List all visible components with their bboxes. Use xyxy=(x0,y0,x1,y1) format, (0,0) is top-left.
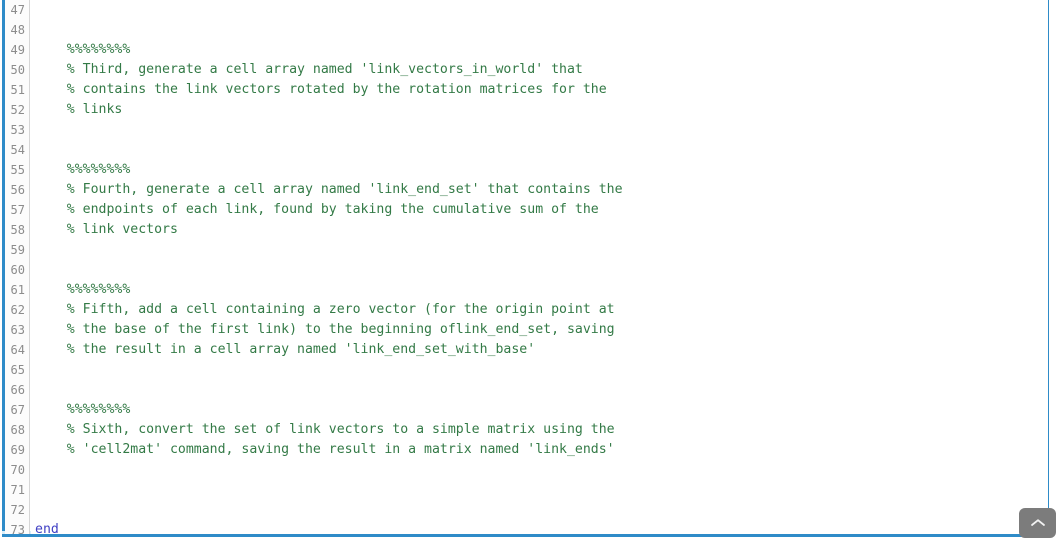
token-comment: % the base of the first link) to the beg… xyxy=(35,322,615,337)
code-line[interactable]: %%%%%%%% xyxy=(31,400,1048,420)
code-line[interactable]: % contains the link vectors rotated by t… xyxy=(31,80,1048,100)
line-number: 72 xyxy=(10,503,25,517)
code-editor: 47 48 49 50 51 52 53 54 55 56 57 58 59 60 61 62 63 64 65 66… xyxy=(0,0,1064,543)
line-number: 54 xyxy=(10,143,25,157)
token-comment: %%%%%%%% xyxy=(35,282,131,297)
line-number: 68 xyxy=(10,423,25,437)
line-number: 63 xyxy=(10,323,25,337)
line-number: 51 xyxy=(10,83,25,97)
line-number-gutter: 47 48 49 50 51 52 53 54 55 56 57 58 59 60 61 62 63 64 65 66… xyxy=(5,0,30,537)
token-comment: % Fifth, add a cell containing a zero ve… xyxy=(35,302,615,317)
line-number: 56 xyxy=(10,183,25,197)
scroll-to-top-button[interactable] xyxy=(1019,508,1056,538)
code-line[interactable]: % 'cell2mat' command, saving the result … xyxy=(31,440,1048,460)
code-line[interactable] xyxy=(31,380,1048,400)
line-number: 62 xyxy=(10,303,25,317)
token-comment: % the result in a cell array named 'link… xyxy=(35,342,536,357)
line-number: 71 xyxy=(10,483,25,497)
code-line[interactable]: % Fourth, generate a cell array named 'l… xyxy=(31,180,1048,200)
line-number: 70 xyxy=(10,463,25,477)
line-number: 73 xyxy=(10,523,25,537)
code-line[interactable] xyxy=(31,360,1048,380)
token-comment: % Fourth, generate a cell array named 'l… xyxy=(35,182,623,197)
code-text-area[interactable]: %%%%%%%% % Third, generate a cell array … xyxy=(31,0,1048,534)
code-line[interactable]: end xyxy=(31,520,1048,534)
line-number: 64 xyxy=(10,343,25,357)
code-line[interactable] xyxy=(31,20,1048,40)
token-comment: % contains the link vectors rotated by t… xyxy=(35,82,607,97)
line-number: 47 xyxy=(10,3,25,17)
code-line[interactable]: % Sixth, convert the set of link vectors… xyxy=(31,420,1048,440)
line-number: 57 xyxy=(10,203,25,217)
token-comment: % Third, generate a cell array named 'li… xyxy=(35,62,583,77)
line-number: 69 xyxy=(10,443,25,457)
line-number: 48 xyxy=(10,23,25,37)
code-line[interactable] xyxy=(31,460,1048,480)
code-line[interactable] xyxy=(31,260,1048,280)
line-number: 67 xyxy=(10,403,25,417)
token-comment: %%%%%%%% xyxy=(35,402,131,417)
line-number: 58 xyxy=(10,223,25,237)
code-line[interactable]: % the base of the first link) to the beg… xyxy=(31,320,1048,340)
token-comment: % Sixth, convert the set of link vectors… xyxy=(35,422,615,437)
code-line[interactable]: % links xyxy=(31,100,1048,120)
code-line[interactable]: %%%%%%%% xyxy=(31,160,1048,180)
line-number: 55 xyxy=(10,163,25,177)
token-comment: %%%%%%%% xyxy=(35,42,131,57)
token-keyword: end xyxy=(35,522,59,534)
code-line[interactable]: % Third, generate a cell array named 'li… xyxy=(31,60,1048,80)
code-line[interactable]: % the result in a cell array named 'link… xyxy=(31,340,1048,360)
token-comment: % links xyxy=(35,102,123,117)
code-line[interactable]: %%%%%%%% xyxy=(31,280,1048,300)
line-number: 50 xyxy=(10,63,25,77)
token-comment: % endpoints of each link, found by takin… xyxy=(35,202,599,217)
code-line[interactable]: % link vectors xyxy=(31,220,1048,240)
code-line[interactable] xyxy=(31,240,1048,260)
code-line[interactable] xyxy=(31,140,1048,160)
token-comment: %%%%%%%% xyxy=(35,162,131,177)
line-number: 49 xyxy=(10,43,25,57)
code-line[interactable]: %%%%%%%% xyxy=(31,40,1048,60)
line-number: 53 xyxy=(10,123,25,137)
code-line[interactable] xyxy=(31,480,1048,500)
line-number: 52 xyxy=(10,103,25,117)
token-comment: % 'cell2mat' command, saving the result … xyxy=(35,442,615,457)
code-line[interactable] xyxy=(31,120,1048,140)
line-number: 60 xyxy=(10,263,25,277)
line-number: 59 xyxy=(10,243,25,257)
code-line[interactable]: % endpoints of each link, found by takin… xyxy=(31,200,1048,220)
line-number: 61 xyxy=(10,283,25,297)
editor-focus-border-bottom xyxy=(2,534,1049,537)
token-comment: % link vectors xyxy=(35,222,178,237)
code-line[interactable] xyxy=(31,0,1048,20)
code-line[interactable]: % Fifth, add a cell containing a zero ve… xyxy=(31,300,1048,320)
line-number: 65 xyxy=(10,363,25,377)
code-line[interactable] xyxy=(31,500,1048,520)
line-number: 66 xyxy=(10,383,25,397)
